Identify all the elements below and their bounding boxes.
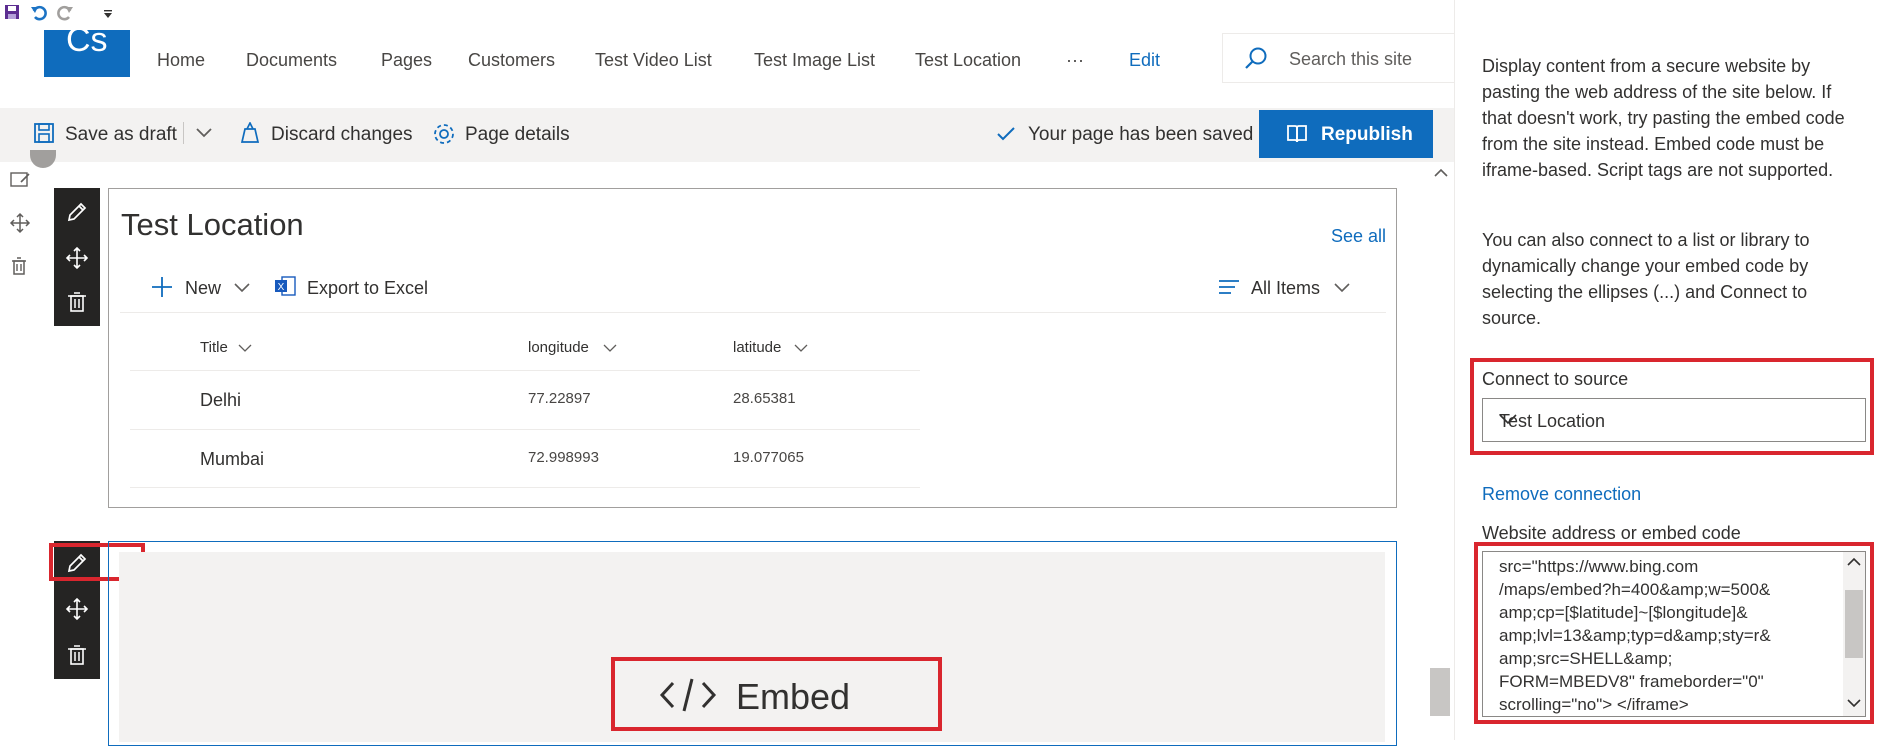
gear-icon[interactable]	[432, 122, 456, 146]
redo-icon[interactable]	[56, 4, 74, 22]
list-webpart-title: Test Location	[121, 207, 304, 242]
chevron-down-icon[interactable]	[1847, 698, 1861, 708]
customize-toolbar-icon[interactable]	[102, 8, 114, 20]
canvas-scrollbar[interactable]	[1428, 162, 1454, 740]
page-details-button[interactable]: Page details	[465, 124, 570, 146]
search-icon	[1243, 46, 1269, 72]
connect-source-label: Connect to source	[1482, 369, 1629, 389]
textarea-scrollbar[interactable]	[1843, 552, 1865, 716]
connect-source-dropdown[interactable]: Test Location	[1482, 398, 1866, 442]
plus-icon[interactable]	[151, 276, 173, 298]
chevron-down-icon[interactable]	[1334, 282, 1350, 294]
column-header-longitude[interactable]: longitude	[528, 339, 589, 356]
chevron-down-icon[interactable]	[603, 343, 617, 353]
divider	[130, 370, 920, 371]
chevron-down-icon	[1499, 413, 1851, 425]
nav-pages[interactable]: Pages	[381, 50, 432, 71]
view-selector[interactable]: All Items	[1251, 278, 1320, 299]
move-icon[interactable]	[65, 597, 89, 621]
chevron-up-icon[interactable]	[1847, 557, 1861, 567]
chevron-down-icon[interactable]	[196, 126, 212, 138]
save-draft-icon[interactable]	[33, 122, 55, 144]
column-header-latitude[interactable]: latitude	[733, 339, 781, 356]
nav-edit-link[interactable]: Edit	[1129, 50, 1160, 71]
cell-longitude: 77.22897	[528, 390, 591, 407]
webpart-toolbar	[54, 188, 100, 326]
nav-customers[interactable]: Customers	[468, 50, 555, 71]
divider	[130, 487, 920, 488]
trash-icon[interactable]	[65, 290, 89, 314]
cell-title[interactable]: Mumbai	[200, 449, 264, 470]
new-item-button[interactable]: New	[185, 278, 221, 299]
checkmark-icon	[996, 126, 1016, 142]
column-header-title[interactable]: Title	[200, 339, 228, 356]
see-all-link[interactable]: See all	[1331, 226, 1386, 247]
embed-label: Embed	[736, 676, 851, 717]
search-box[interactable]: Search this site	[1222, 33, 1454, 83]
chevron-up-icon[interactable]	[1434, 168, 1448, 178]
divider	[120, 312, 1386, 313]
cell-title[interactable]: Delhi	[200, 390, 241, 411]
discard-changes-button[interactable]: Discard changes	[271, 124, 413, 146]
code-icon	[659, 677, 717, 713]
embed-code-textarea[interactable]: src="https://www.bing.com /maps/embed?h=…	[1482, 551, 1866, 717]
svg-text:X: X	[278, 282, 285, 293]
book-icon	[1286, 124, 1308, 144]
move-section-icon[interactable]	[9, 212, 31, 239]
republish-label: Republish	[1321, 124, 1413, 145]
save-draft-button[interactable]: Save as draft	[65, 124, 177, 146]
republish-button[interactable]: Republish	[1259, 110, 1433, 158]
nav-documents[interactable]: Documents	[246, 50, 337, 71]
divider	[130, 429, 920, 430]
pane-description-connect: You can also connect to a list or librar…	[1482, 230, 1810, 328]
embed-code-text: src="https://www.bing.com /maps/embed?h=…	[1499, 557, 1771, 714]
pane-description: Display content from a secure website by…	[1482, 56, 1845, 180]
saved-status: Your page has been saved	[1028, 124, 1254, 145]
remove-connection-link[interactable]: Remove connection	[1482, 484, 1641, 505]
embed-label-highlight: Embed	[611, 657, 942, 731]
table-row[interactable]	[130, 372, 920, 428]
site-logo-text: Cs	[66, 30, 108, 59]
nav-home[interactable]: Home	[157, 50, 205, 71]
site-logo[interactable]: Cs	[44, 30, 130, 77]
edit-section-icon[interactable]	[9, 170, 31, 195]
nav-test-video-list[interactable]: Test Video List	[595, 50, 712, 71]
scrollbar-thumb[interactable]	[1430, 668, 1450, 716]
cell-latitude: 28.65381	[733, 390, 796, 407]
nav-more[interactable]: ···	[1066, 50, 1084, 71]
trash-icon[interactable]	[65, 643, 89, 667]
nav-test-image-list[interactable]: Test Image List	[754, 50, 875, 71]
save-icon[interactable]	[4, 4, 20, 20]
chevron-down-icon[interactable]	[234, 282, 250, 294]
search-placeholder: Search this site	[1289, 49, 1413, 69]
move-icon[interactable]	[65, 246, 89, 270]
undo-icon[interactable]	[30, 4, 48, 22]
cell-latitude: 19.077065	[733, 449, 804, 466]
website-address-label: Website address or embed code	[1482, 523, 1741, 543]
chevron-down-icon[interactable]	[238, 343, 252, 353]
divider	[183, 122, 184, 144]
export-to-excel-button[interactable]: Export to Excel	[307, 278, 428, 299]
scrollbar-thumb[interactable]	[1845, 590, 1863, 658]
cell-longitude: 72.998993	[528, 449, 599, 466]
nav-test-location[interactable]: Test Location	[915, 50, 1021, 71]
pencil-icon[interactable]	[65, 200, 89, 224]
chevron-down-icon[interactable]	[794, 343, 808, 353]
quick-access-toolbar	[0, 0, 1454, 30]
discard-icon[interactable]	[238, 122, 262, 144]
excel-icon[interactable]: X	[274, 275, 296, 297]
delete-section-icon[interactable]	[9, 256, 29, 281]
list-view-icon[interactable]	[1218, 278, 1240, 296]
